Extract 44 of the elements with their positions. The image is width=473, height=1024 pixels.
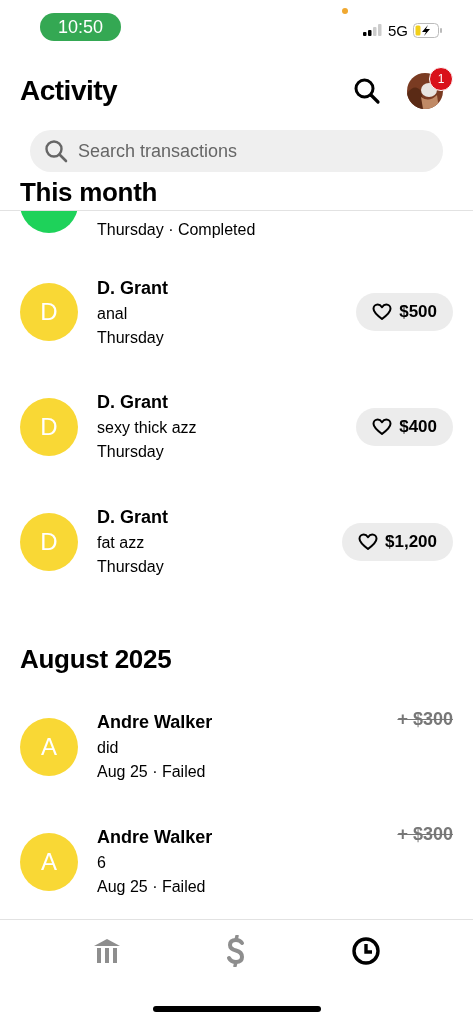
payment-date: Aug 25 · Failed [97,763,207,782]
payment-amount: + $300 [397,824,453,846]
clock-icon [351,936,382,966]
heart-icon [372,417,393,436]
status-time: 10:50 [40,13,121,41]
tab-button[interactable] [351,936,382,966]
payment-note: anal [97,304,129,323]
amount-button[interactable]: $400 [356,407,453,446]
contact-name: D. Grant [97,392,169,414]
search-button[interactable] [353,77,381,105]
payment-note: 6 [97,854,107,873]
signal-icon [363,24,383,36]
heart-icon [358,532,378,551]
payment-date: Thursday [97,328,165,347]
contact-avatar: D [20,283,78,341]
search-icon [353,77,381,105]
payment-note: fat azz [97,534,146,553]
search-field[interactable]: Search transactions [30,130,443,172]
contact-avatar: D [20,397,78,456]
battery-icon [413,22,443,38]
notification-badge: 1 [429,67,453,91]
payment-note: sexy thick azz [97,419,197,438]
payment-note: did [97,739,120,758]
amount-button[interactable]: $500 [356,293,453,331]
payment-date: Aug 25 · Failed [97,878,207,897]
section-title: This month [19,176,159,209]
payment-date: Thursday · Completed [97,221,256,239]
payment-date: Thursday [97,443,165,462]
payment-amount: + $300 [397,709,453,731]
section-title: August 2025 [19,643,173,677]
contact-avatar: A [20,832,78,891]
amount-button[interactable]: $1,200 [342,522,453,561]
contact-name: D. Grant [97,277,168,299]
contact-name: D. Grant [97,507,168,529]
contact-avatar: A [20,717,78,776]
network-label: 5G [388,21,408,39]
page-title: Activity [20,75,118,107]
search-icon [44,139,68,163]
payment-date: Thursday [97,558,165,577]
contact-name: Andre Walker [97,827,213,849]
heart-icon [372,303,393,321]
indicator-dot-icon [342,8,348,14]
contact-avatar: D [20,512,78,571]
contact-name: Andre Walker [97,712,213,734]
